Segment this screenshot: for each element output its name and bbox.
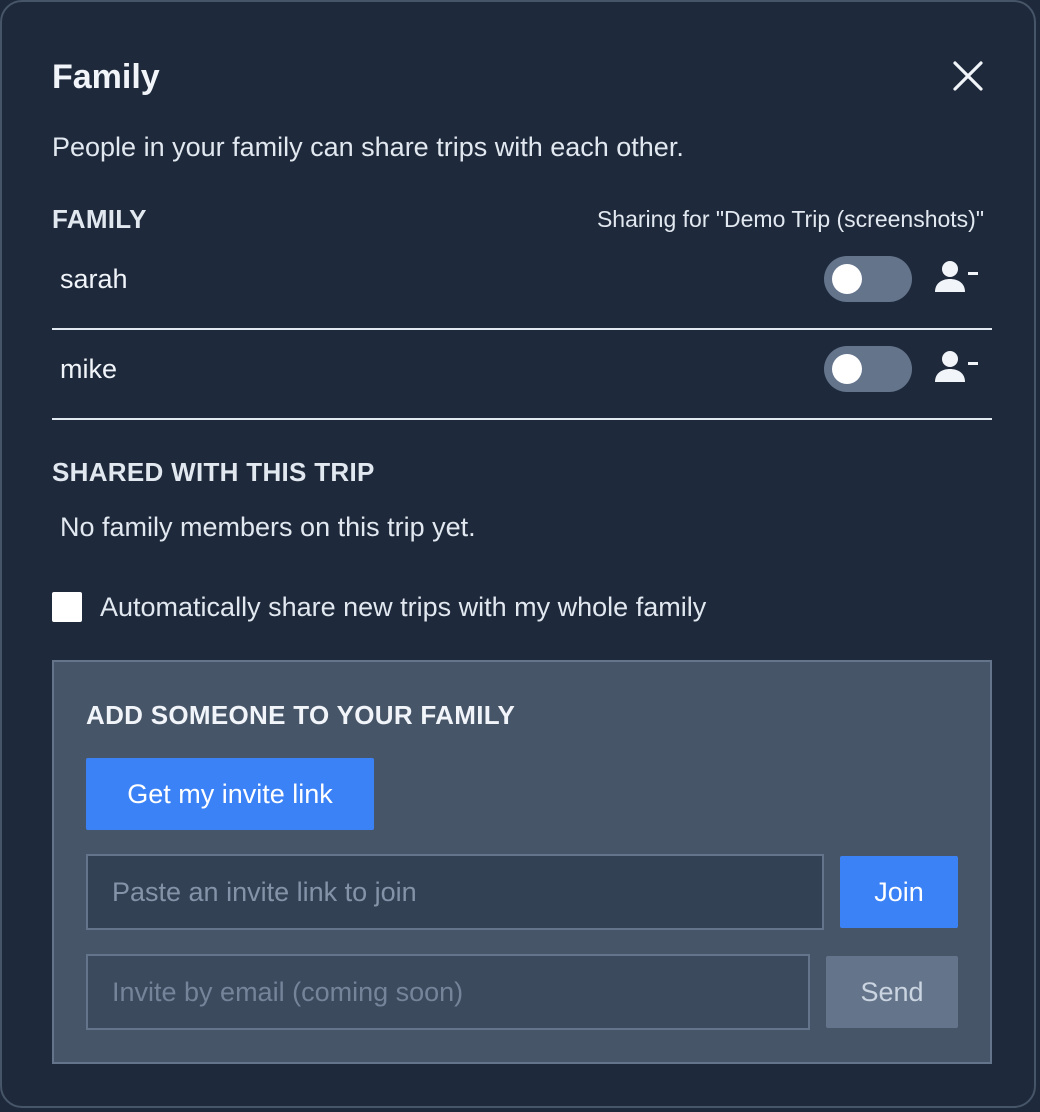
send-button[interactable]: Send [826,956,958,1028]
family-member-row: sarah [52,242,992,330]
invite-email-input[interactable] [86,954,810,1030]
close-button[interactable] [946,54,990,98]
toggle-knob [832,354,862,384]
invite-link-input[interactable] [86,854,824,930]
dialog-title: Family [52,58,160,96]
get-invite-link-button[interactable]: Get my invite link [86,758,374,830]
user-minus-icon [935,351,978,382]
shared-heading: SHARED WITH THIS TRIP [52,457,375,487]
share-toggle[interactable] [824,256,912,302]
auto-share-checkbox[interactable] [52,592,82,622]
family-member-row: mike [52,332,992,420]
user-minus-icon [935,261,978,292]
join-button[interactable]: Join [840,856,958,928]
dialog-subtitle: People in your family can share trips wi… [52,132,684,162]
add-family-heading: ADD SOMEONE TO YOUR FAMILY [86,700,516,730]
family-dialog: Family People in your family can share t… [0,0,1036,1108]
shared-empty-text: No family members on this trip yet. [60,512,476,542]
auto-share-label[interactable]: Automatically share new trips with my wh… [100,592,706,623]
family-heading: FAMILY [52,204,147,234]
remove-member-button[interactable] [934,348,982,388]
close-icon [953,61,983,91]
toggle-knob [832,264,862,294]
remove-member-button[interactable] [934,258,982,298]
member-name: sarah [60,264,128,294]
member-name: mike [60,354,118,384]
share-toggle[interactable] [824,346,912,392]
sharing-for-label: Sharing for "Demo Trip (screenshots)" [596,206,984,232]
add-family-panel: ADD SOMEONE TO YOUR FAMILY Get my invite… [52,660,992,1064]
